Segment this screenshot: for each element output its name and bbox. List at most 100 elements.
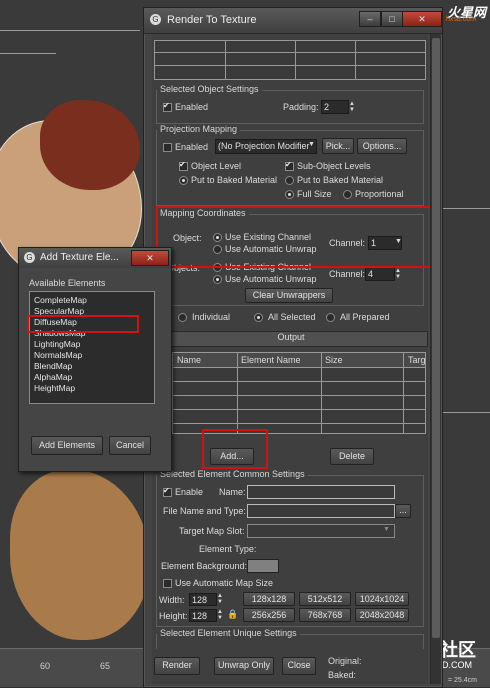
width-spinner[interactable]: ▲ ▼	[217, 593, 223, 605]
minimize-button[interactable]: –	[359, 11, 381, 27]
preset-2048-button[interactable]: 2048x2048	[355, 608, 409, 622]
preset-512-button[interactable]: 512x512	[299, 592, 351, 606]
projection-modifier-select[interactable]: (No Projection Modifier	[215, 139, 317, 154]
list-item[interactable]: BlendMap	[34, 361, 72, 371]
group-label: Projection Mapping	[157, 124, 241, 134]
enabled-checkbox[interactable]	[163, 101, 172, 112]
grid-line	[403, 353, 404, 433]
individual-radio[interactable]	[178, 313, 187, 322]
padding-spinner[interactable]: ▲ ▼	[349, 101, 355, 113]
proportional-label: Proportional	[355, 189, 404, 199]
target-map-slot-select[interactable]	[247, 524, 395, 538]
all-selected-radio[interactable]	[254, 313, 263, 322]
scrollbar[interactable]	[430, 34, 441, 684]
height-spinner[interactable]: ▲ ▼	[217, 609, 223, 621]
grid-line	[173, 423, 425, 424]
put-to-baked-label: Put to Baked Material	[191, 175, 278, 185]
scrollbar-thumb[interactable]	[432, 38, 440, 638]
output-title: Output	[277, 332, 305, 342]
preset-768-button[interactable]: 768x768	[299, 608, 351, 622]
full-size-radio[interactable]	[285, 190, 294, 199]
selected-object-settings-group: Selected Object Settings Enabled Padding…	[156, 84, 424, 124]
all-selected-label: All Selected	[268, 312, 316, 322]
cancel-button[interactable]: Cancel	[109, 436, 151, 455]
available-elements-list[interactable]: CompleteMap SpecularMap DiffuseMap Shado…	[29, 291, 155, 404]
add-texture-element-dialog: G Add Texture Ele... ✕ Available Element…	[18, 247, 172, 472]
grid-line	[173, 381, 425, 382]
app-icon: G	[24, 252, 35, 263]
height-field[interactable]: 128	[189, 609, 217, 622]
list-item[interactable]: HeightMap	[34, 383, 75, 393]
options-button[interactable]: Options...	[357, 138, 407, 154]
group-label: Selected Object Settings	[157, 84, 262, 94]
auto-map-size-checkbox[interactable]	[163, 579, 172, 588]
chevron-down-icon: ▼	[383, 526, 390, 533]
grid-line	[173, 395, 425, 396]
sub-channel-spinner[interactable]: ▲ ▼	[395, 268, 401, 280]
list-item[interactable]: AlphaMap	[34, 372, 72, 382]
add-elements-button[interactable]: Add Elements	[31, 436, 103, 455]
enabled-label: Enabled	[175, 102, 209, 112]
column-header[interactable]: Size	[325, 355, 343, 365]
grid-line	[155, 65, 425, 66]
grid-line	[295, 41, 296, 79]
browse-button[interactable]: ...	[395, 504, 411, 518]
put-to-baked-sub-radio[interactable]	[285, 176, 294, 185]
chevron-down-icon: ▼	[308, 141, 315, 148]
padding-field[interactable]: 2	[321, 100, 349, 114]
preset-256-button[interactable]: 256x256	[243, 608, 295, 622]
close-icon[interactable]: ✕	[131, 250, 169, 266]
lock-icon[interactable]: 🔒	[227, 609, 238, 620]
maximize-button[interactable]: □	[381, 11, 403, 27]
render-button[interactable]: Render	[154, 657, 200, 675]
group-label: Selected Element Unique Settings	[157, 628, 300, 638]
viewport-line	[440, 412, 490, 413]
grid-line	[155, 52, 425, 53]
sub-channel-field[interactable]: 4	[365, 267, 395, 281]
highlight-box	[202, 429, 268, 469]
delete-button[interactable]: Delete	[330, 448, 374, 465]
object-level-checkbox[interactable]	[179, 160, 188, 171]
output-table[interactable]: Name Element Name Size Targ	[172, 352, 426, 434]
put-to-baked-radio[interactable]	[179, 176, 188, 185]
highlight-box	[27, 315, 139, 333]
column-header[interactable]: Name	[177, 355, 201, 365]
ruler-label: 65	[100, 661, 111, 671]
dialog-content: Selected Object Settings Enabled Padding…	[152, 34, 434, 684]
title-bar[interactable]: G Render To Texture – □ ✕	[144, 8, 442, 34]
column-header[interactable]: Element Name	[241, 355, 301, 365]
element-type-label: Element Type:	[199, 544, 257, 554]
sub-use-automatic-radio[interactable]	[213, 275, 222, 284]
name-field[interactable]	[247, 485, 395, 499]
list-item[interactable]: CompleteMap	[34, 295, 87, 305]
all-prepared-label: All Prepared	[340, 312, 390, 322]
proportional-radio[interactable]	[343, 190, 352, 199]
title-bar[interactable]: G Add Texture Ele... ✕	[19, 248, 171, 268]
preset-128-button[interactable]: 128x128	[243, 592, 295, 606]
all-prepared-radio[interactable]	[326, 313, 335, 322]
target-map-slot-label: Target Map Slot:	[179, 526, 245, 536]
close-icon[interactable]: ✕	[402, 11, 442, 27]
projection-mapping-group: Projection Mapping Enabled (No Projectio…	[156, 124, 424, 206]
output-rollout-header[interactable]: Output	[154, 331, 428, 347]
file-name-label: File Name and Type:	[163, 506, 246, 516]
list-item[interactable]: LightingMap	[34, 339, 80, 349]
put-to-baked-sub-label: Put to Baked Material	[297, 175, 384, 185]
objects-grid[interactable]	[154, 40, 426, 80]
projection-enabled-checkbox[interactable]	[163, 143, 172, 152]
list-item[interactable]: NormalsMap	[34, 350, 82, 360]
unwrap-only-button[interactable]: Unwrap Only	[214, 657, 274, 675]
pick-button[interactable]: Pick...	[322, 138, 354, 154]
clear-unwrappers-button[interactable]: Clear Unwrappers	[245, 288, 333, 303]
sub-object-levels-checkbox[interactable]	[285, 160, 294, 171]
ruler-label: 60	[40, 661, 51, 671]
close-button[interactable]: Close	[282, 657, 316, 675]
element-unique-settings-group: Selected Element Unique Settings	[156, 628, 424, 649]
background-color-swatch[interactable]	[247, 559, 279, 573]
element-enable-checkbox[interactable]	[163, 486, 172, 497]
column-header[interactable]: Targ	[408, 355, 425, 365]
width-field[interactable]: 128	[189, 593, 217, 606]
preset-1024-button[interactable]: 1024x1024	[355, 592, 409, 606]
element-background-label: Element Background:	[161, 561, 248, 571]
file-name-field[interactable]	[247, 504, 395, 518]
